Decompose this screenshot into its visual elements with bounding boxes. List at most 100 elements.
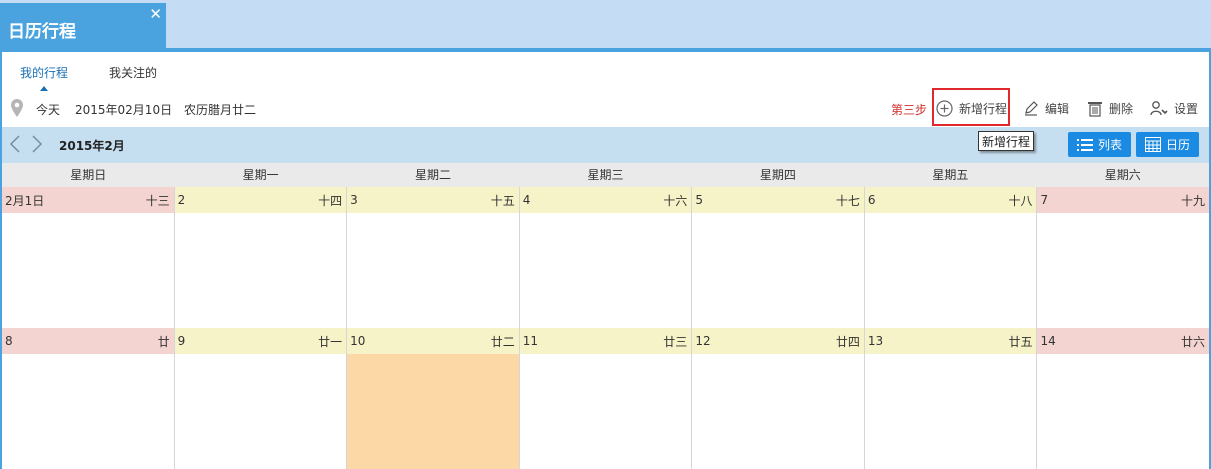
- day-header: 12 廿四: [692, 328, 864, 354]
- day-header: 2 十四: [174, 187, 347, 213]
- edit-button[interactable]: 编辑: [1023, 97, 1069, 119]
- day-body[interactable]: [347, 213, 519, 328]
- day-body[interactable]: [692, 354, 864, 469]
- weekday-tuesday: 星期二: [415, 168, 452, 182]
- day-number: 11: [522, 334, 539, 348]
- day-number: 7: [1040, 193, 1049, 207]
- weekday-wednesday: 星期三: [587, 168, 624, 182]
- calendar-view-button[interactable]: 日历: [1136, 132, 1199, 157]
- month-label: 2015年2月: [59, 139, 125, 153]
- lunar-day: 廿五: [1008, 334, 1033, 349]
- day-body[interactable]: [865, 213, 1037, 328]
- day-number: 8: [5, 334, 13, 348]
- day-header: 7 十九: [1037, 187, 1210, 213]
- lunar-day: 十七: [835, 193, 860, 208]
- lunar-day: 廿四: [835, 334, 860, 349]
- subtab-followed[interactable]: 我关注的: [109, 64, 157, 81]
- day-cell[interactable]: 5 十七: [692, 187, 865, 328]
- day-body[interactable]: [692, 213, 864, 328]
- day-number: 10: [350, 334, 366, 348]
- day-body[interactable]: [2, 354, 174, 469]
- weekday-saturday: 星期六: [1104, 168, 1141, 182]
- day-cell[interactable]: 12 廿四: [692, 328, 865, 469]
- lunar-day: 廿六: [1181, 334, 1206, 349]
- day-number: 2: [177, 193, 186, 207]
- chevron-left-icon[interactable]: [8, 135, 22, 153]
- chevron-right-icon[interactable]: [30, 135, 44, 153]
- tab-bar: [0, 0, 1211, 52]
- day-number: 4: [522, 193, 531, 207]
- lunar-day: 廿三: [663, 334, 688, 349]
- plus-circle-icon: [936, 99, 953, 117]
- active-tab-caret-icon: [40, 86, 48, 91]
- day-cell[interactable]: 2 十四: [174, 187, 348, 328]
- settings-label: 设置: [1174, 101, 1199, 116]
- day-number: 2月1日: [5, 193, 45, 208]
- day-cell-today[interactable]: 10 廿二: [347, 328, 520, 469]
- day-cell[interactable]: 3 十五: [347, 187, 520, 328]
- day-header: 14 廿六: [1037, 328, 1210, 354]
- subtab-my-schedule[interactable]: 我的行程: [20, 64, 68, 81]
- day-number: 5: [695, 193, 703, 207]
- weekday-friday: 星期五: [932, 168, 969, 182]
- day-cell[interactable]: 11 廿三: [519, 328, 693, 469]
- weekday-sunday: 星期日: [70, 168, 107, 182]
- today-label[interactable]: 今天: [36, 101, 60, 118]
- day-cell[interactable]: 8廿: [2, 328, 175, 469]
- day-cell[interactable]: 2月1日 十三: [2, 187, 175, 328]
- day-number: 12: [695, 334, 711, 348]
- lunar-day: 十三: [145, 193, 170, 208]
- day-cell[interactable]: 4 十六: [519, 187, 693, 328]
- day-cell[interactable]: 6 十八: [864, 187, 1038, 328]
- day-body[interactable]: [175, 354, 347, 469]
- day-header: 10 廿二: [347, 328, 519, 354]
- day-number: 14: [1040, 334, 1056, 348]
- pencil-icon: [1025, 101, 1038, 116]
- day-body[interactable]: [1037, 213, 1209, 328]
- day-number: 3: [350, 193, 358, 207]
- lunar-day: 十八: [1008, 193, 1033, 208]
- weekday-monday: 星期一: [242, 168, 279, 182]
- day-body-today[interactable]: [347, 354, 519, 469]
- delete-label: 删除: [1109, 101, 1134, 116]
- day-cell[interactable]: 14 廿六: [1037, 328, 1210, 469]
- day-body[interactable]: [2, 213, 174, 328]
- delete-button[interactable]: 删除: [1087, 97, 1133, 119]
- day-header: 13 廿五: [864, 328, 1037, 354]
- current-date: 2015年02月10日: [75, 103, 173, 117]
- tab-calendar-schedule[interactable]: 日历行程 ✕: [0, 3, 166, 49]
- lunar-day: 廿二: [490, 334, 515, 349]
- list-view-button[interactable]: 列表: [1068, 132, 1131, 157]
- day-header: 4 十六: [519, 187, 692, 213]
- list-icon: [1076, 138, 1093, 151]
- settings-button[interactable]: 设置: [1150, 97, 1198, 119]
- day-body[interactable]: [520, 354, 692, 469]
- day-number: 13: [867, 334, 884, 348]
- day-header: 11 廿三: [519, 328, 692, 354]
- day-body[interactable]: [175, 213, 347, 328]
- day-cell[interactable]: 9 廿一: [174, 328, 348, 469]
- day-number: 6: [867, 193, 876, 207]
- day-header: 8廿: [2, 328, 174, 354]
- close-icon[interactable]: ✕: [149, 5, 162, 23]
- day-header: 2月1日 十三: [2, 187, 174, 213]
- lunar-day: 廿一: [318, 334, 343, 349]
- lunar-date: 农历腊月廿二: [184, 103, 257, 117]
- tab-title: 日历行程: [8, 22, 76, 42]
- day-cell[interactable]: 13 廿五: [864, 328, 1038, 469]
- trash-icon: [1088, 101, 1102, 117]
- calendar-grid: 2月1日 十三 2 十四 3 十五 4 十六 5 十七 6 十八 7 十九 8 …: [2, 187, 1210, 469]
- day-body[interactable]: [1037, 354, 1209, 469]
- day-body[interactable]: [520, 213, 692, 328]
- day-header: 9 廿一: [174, 328, 347, 354]
- user-settings-icon: [1150, 101, 1168, 116]
- tab-bar-underline: [0, 48, 1211, 52]
- lunar-day: 十九: [1181, 193, 1206, 208]
- day-body[interactable]: [865, 354, 1037, 469]
- tooltip-add-schedule: 新增行程: [978, 131, 1034, 151]
- week-row-1: 2月1日 十三 2 十四 3 十五 4 十六 5 十七 6 十八 7 十九: [2, 187, 1210, 328]
- add-schedule-button[interactable]: 新增行程: [936, 97, 1007, 119]
- add-schedule-label: 新增行程: [959, 101, 1008, 116]
- day-cell[interactable]: 7 十九: [1037, 187, 1210, 328]
- weekday-thursday: 星期四: [759, 168, 796, 182]
